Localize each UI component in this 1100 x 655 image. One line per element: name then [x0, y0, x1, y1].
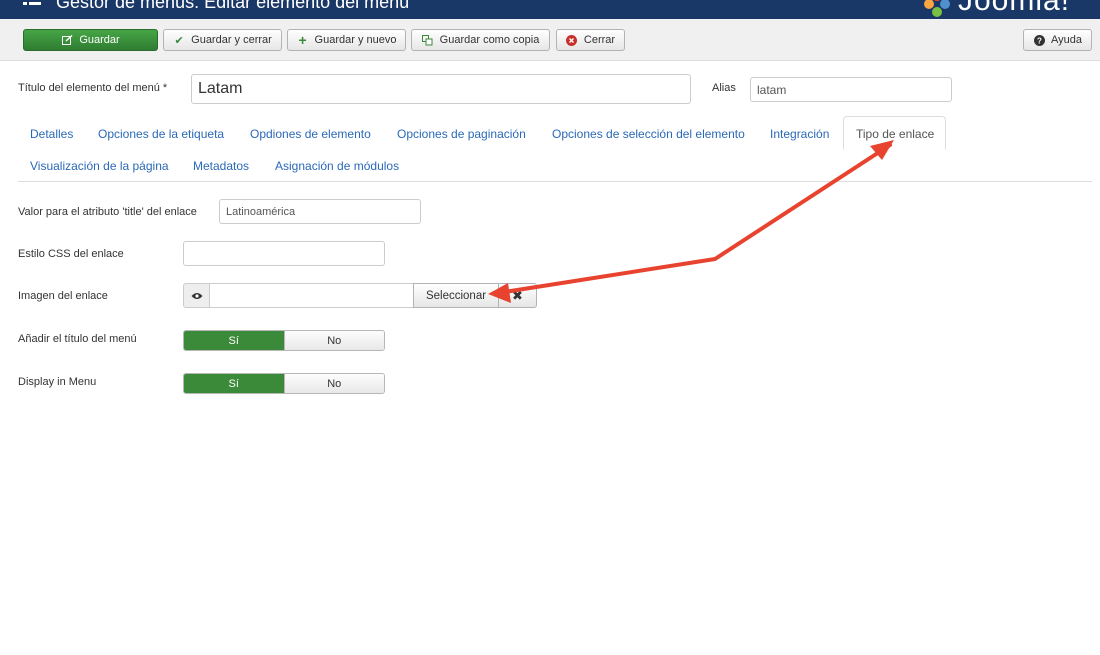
display-menu-yes-option[interactable]: Sí	[184, 374, 284, 393]
add-title-label: Añadir el título del menú	[18, 333, 137, 345]
display-menu-toggle: Sí No	[183, 373, 385, 394]
display-menu-no-option[interactable]: No	[283, 374, 384, 393]
save-copy-button[interactable]: Guardar como copia	[411, 29, 550, 51]
check-icon: ✔	[174, 34, 184, 47]
title-attr-label: Valor para el atributo 'title' del enlac…	[18, 206, 197, 218]
select-image-label: Seleccionar	[425, 289, 487, 302]
image-field[interactable]	[209, 283, 414, 308]
joomla-logo-icon	[924, 0, 950, 17]
alias-field[interactable]: latam	[750, 77, 952, 102]
title-field[interactable]: Latam	[191, 74, 691, 104]
tab-metadatos[interactable]: Metadatos	[193, 159, 249, 173]
clear-x-icon: ✖	[512, 287, 523, 303]
help-label: Ayuda	[1051, 34, 1082, 46]
copy-icon	[422, 34, 434, 46]
tabs-divider	[18, 181, 1092, 182]
tab-detalles[interactable]: Detalles	[30, 127, 73, 141]
page: Gestor de menús: Editar elemento del men…	[0, 0, 1100, 655]
edit-icon	[61, 34, 73, 46]
tab-opciones-elemento[interactable]: Opdiones de elemento	[250, 127, 371, 141]
add-title-toggle: Sí No	[183, 330, 385, 351]
save-copy-label: Guardar como copia	[439, 34, 540, 46]
tab-tipo-enlace[interactable]: Tipo de enlace	[856, 127, 934, 141]
css-field[interactable]	[183, 241, 385, 266]
save-close-label: Guardar y cerrar	[191, 34, 272, 46]
tab-opciones-etiqueta[interactable]: Opciones de la etiqueta	[98, 127, 224, 141]
css-label: Estilo CSS del enlace	[18, 248, 124, 260]
menu-list-icon	[23, 0, 41, 10]
close-label: Cerrar	[583, 34, 616, 46]
tab-asignacion-modulos[interactable]: Asignación de módulos	[275, 159, 399, 173]
svg-text:?: ?	[1037, 36, 1042, 45]
plus-icon: +	[298, 32, 307, 48]
close-button[interactable]: Cerrar	[556, 29, 625, 51]
save-new-button[interactable]: + Guardar y nuevo	[287, 29, 406, 51]
close-circle-icon	[566, 34, 578, 46]
tab-opciones-paginacion[interactable]: Opciones de paginación	[397, 127, 526, 141]
title-attr-field[interactable]: Latinoamérica	[219, 199, 421, 224]
toolbar: Guardar ✔ Guardar y cerrar + Guardar y n…	[0, 19, 1100, 61]
image-label: Imagen del enlace	[18, 290, 108, 302]
add-title-no-option[interactable]: No	[283, 331, 384, 350]
tab-visualizacion[interactable]: Visualización de la página	[30, 159, 169, 173]
select-image-button[interactable]: Seleccionar	[413, 283, 499, 308]
save-new-label: Guardar y nuevo	[314, 34, 397, 46]
save-label: Guardar	[79, 34, 120, 46]
tab-opciones-seleccion[interactable]: Opciones de selección del elemento	[552, 127, 745, 141]
joomla-logo-text: Joomla!	[958, 0, 1071, 17]
preview-eye-button[interactable]	[183, 283, 210, 308]
page-title: Gestor de menús: Editar elemento del men…	[56, 0, 410, 12]
clear-image-button[interactable]: ✖	[498, 283, 537, 308]
alias-field-label: Alias	[712, 82, 736, 94]
add-title-yes-option[interactable]: Sí	[184, 331, 284, 350]
save-button[interactable]: Guardar	[23, 29, 158, 51]
app-header: Gestor de menús: Editar elemento del men…	[0, 0, 1100, 19]
title-field-label: Título del elemento del menú *	[18, 82, 168, 94]
eye-icon	[191, 292, 202, 299]
help-button[interactable]: ? Ayuda	[1023, 29, 1092, 51]
question-circle-icon: ?	[1033, 34, 1045, 46]
display-menu-label: Display in Menu	[18, 376, 97, 388]
save-close-button[interactable]: ✔ Guardar y cerrar	[163, 29, 282, 51]
tab-integracion[interactable]: Integración	[770, 127, 829, 141]
